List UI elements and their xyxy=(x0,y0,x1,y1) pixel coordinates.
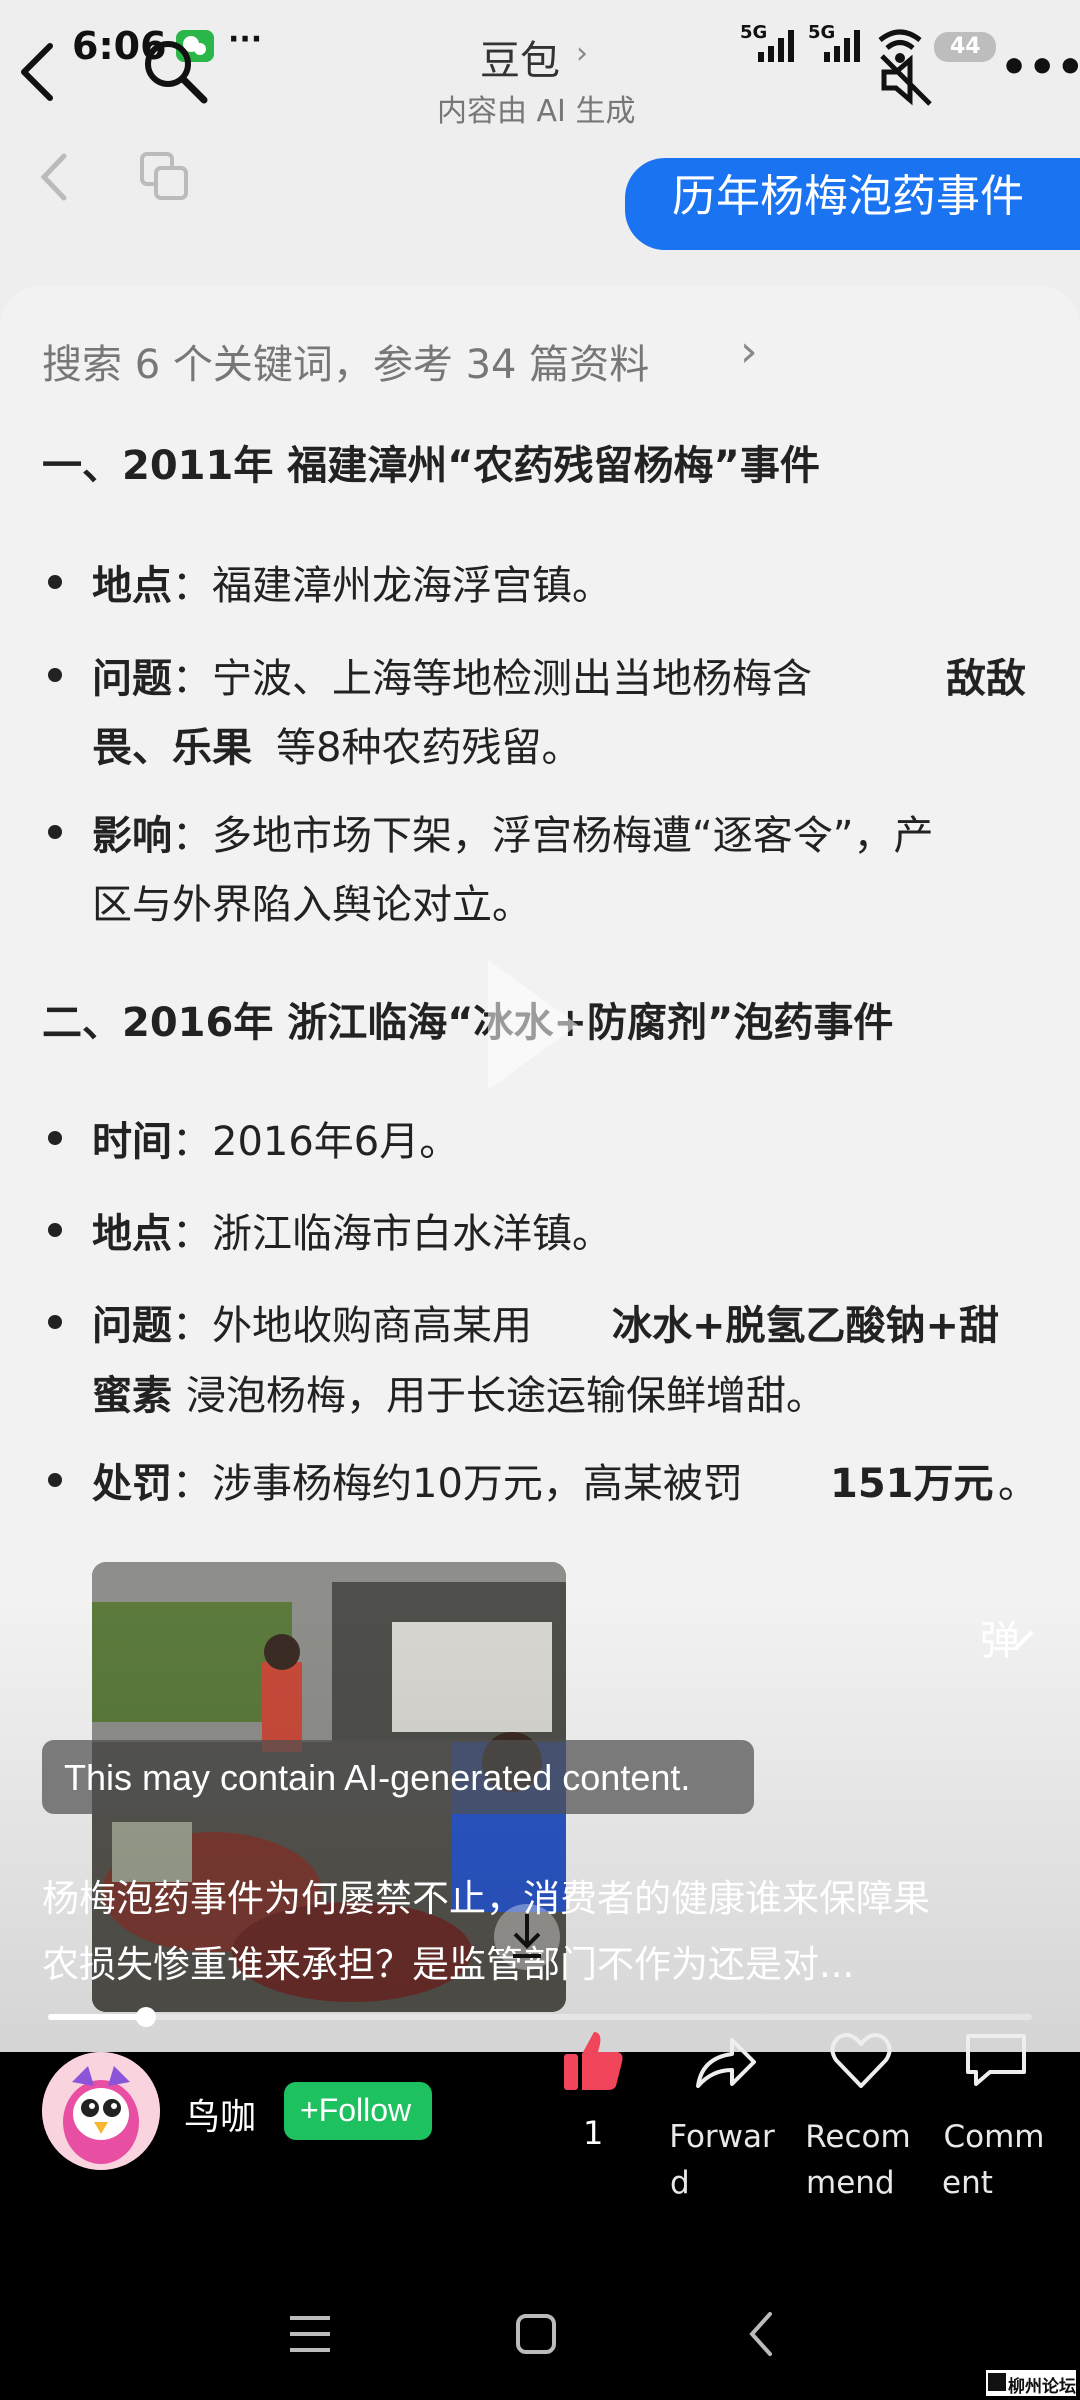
back-chevron-icon[interactable] xyxy=(36,150,72,204)
s1-location-label: 地点 xyxy=(92,563,172,609)
video-caption-line-2[interactable]: 农损失惨重谁来承担？是监管部门不作为还是对... xyxy=(42,1934,854,1988)
author-name[interactable]: 鸟咖 xyxy=(184,2088,256,2140)
s2-time-label: 时间 xyxy=(92,1119,172,1165)
page-title: 豆包 xyxy=(480,38,560,84)
follow-button[interactable]: +Follow xyxy=(284,2082,432,2140)
s1-problem-label: 问题 xyxy=(92,656,172,702)
avatar[interactable] xyxy=(42,2052,160,2170)
s1-problem-text-2: 等8种农药残留。 xyxy=(276,725,582,771)
chevron-right-icon: › xyxy=(576,36,588,71)
more-options-icon[interactable]: ••• xyxy=(1000,42,1080,93)
s1-impact-label: 影响 xyxy=(92,813,172,859)
video-frame[interactable]: 6:06 ··· 5G 5G 44 ••• 豆包 › 内容由 AI 生成 历年杨… xyxy=(0,0,1080,2052)
watermark-text: 柳州论坛 xyxy=(1008,2377,1076,2397)
video-progress-track[interactable] xyxy=(48,2007,1032,2027)
s2-problem-bold-1: 冰水+脱氢乙酸钠+甜 xyxy=(612,1303,1000,1349)
comment-label-line-2: ent xyxy=(942,2165,993,2201)
home-icon[interactable] xyxy=(514,2312,558,2356)
follow-button-label: +Follow xyxy=(300,2092,412,2128)
ai-notice-text: This may contain AI-generated content. xyxy=(64,1757,691,1798)
s2-problem-text-1: ：外地收购商高某用 xyxy=(172,1303,532,1349)
share-arrow-icon[interactable] xyxy=(692,2032,758,2092)
comment-label[interactable]: Comm ent xyxy=(932,2114,1056,2206)
s1-problem-bold-1: 敌敌 xyxy=(946,656,1026,702)
search-icon[interactable] xyxy=(140,36,210,106)
new-chat-icon[interactable] xyxy=(138,150,190,202)
signal-icon-1 xyxy=(758,30,794,62)
edit-pen-icon xyxy=(1014,1630,1034,1650)
s2-location-label: 地点 xyxy=(92,1211,172,1257)
s1-impact-line-1: ：多地市场下架，浮宫杨梅遭“逐客令”，产 xyxy=(172,813,934,859)
thumbs-up-icon[interactable] xyxy=(560,2028,626,2094)
watermark-mark-icon xyxy=(988,2373,1006,2391)
video-caption-line-1[interactable]: 杨梅泡药事件为何屡禁不止，消费者的健康谁来保障果 xyxy=(42,1868,930,1922)
mute-icon[interactable] xyxy=(878,52,934,108)
bottom-action-bar: 鸟咖 +Follow 1 Forwar d Recom mend Comm en… xyxy=(0,2032,1080,2400)
user-message-text: 历年杨梅泡药事件 xyxy=(672,171,1024,222)
forward-label-line-1: Forwar xyxy=(669,2119,775,2155)
s2-location-text: ：浙江临海市白水洋镇。 xyxy=(172,1211,612,1257)
s1-impact-line-2: 区与外界陷入舆论对立。 xyxy=(92,882,532,928)
bullet-icon xyxy=(48,1315,62,1329)
s2-penalty-end: 。 xyxy=(998,1461,1038,1507)
bullet-icon xyxy=(48,1131,62,1145)
battery-icon: 44 xyxy=(934,32,996,62)
s2-penalty-label: 处罚 xyxy=(92,1461,172,1507)
recommend-label-line-1: Recom xyxy=(805,2119,911,2155)
search-summary[interactable]: 搜索 6 个关键词，参考 34 篇资料 xyxy=(42,332,649,390)
s1-problem-text-1: ：宁波、上海等地检测出当地杨梅含 xyxy=(172,656,812,702)
bullet-icon xyxy=(48,1473,62,1487)
s2-penalty-text: ：涉事杨梅约10万元，高某被罚 xyxy=(172,1461,743,1507)
s2-problem-text-2: 浸泡杨梅，用于长途运输保鲜增甜。 xyxy=(186,1373,826,1419)
system-back-icon[interactable] xyxy=(746,2310,776,2358)
bullet-icon xyxy=(48,575,62,589)
bullet-icon xyxy=(48,1223,62,1237)
s1-problem-bold-2: 畏、乐果 xyxy=(92,725,252,771)
chevron-right-icon: › xyxy=(740,326,758,377)
page-subtitle: 内容由 AI 生成 xyxy=(437,94,636,129)
s2-time-text: ：2016年6月。 xyxy=(172,1119,460,1165)
s2-problem-bold-2: 蜜素 xyxy=(92,1373,172,1419)
signal-icon-2 xyxy=(824,30,860,62)
s2-penalty-bold: 151万元 xyxy=(830,1461,994,1507)
bullet-icon xyxy=(48,668,62,682)
recommend-label[interactable]: Recom mend xyxy=(796,2114,920,2206)
more-notifications-icon: ··· xyxy=(228,22,263,57)
recent-apps-icon[interactable] xyxy=(288,2314,332,2354)
comment-icon[interactable] xyxy=(962,2030,1030,2090)
battery-level: 44 xyxy=(950,34,981,59)
play-icon[interactable] xyxy=(478,950,588,1100)
back-arrow-icon[interactable] xyxy=(14,40,58,104)
recommend-label-line-2: mend xyxy=(806,2165,895,2201)
watermark-logo: 柳州论坛 xyxy=(986,2370,1076,2397)
section-1-heading: 一、2011年 福建漳州“农药残留杨梅”事件 xyxy=(42,443,820,489)
video-progress-fill xyxy=(48,2014,147,2020)
comment-label-line-1: Comm xyxy=(943,2119,1045,2155)
forward-label-line-2: d xyxy=(670,2165,690,2201)
forward-label[interactable]: Forwar d xyxy=(660,2114,784,2206)
section-2-heading: 二、2016年 浙江临海“冰水+防腐剂”泡药事件 xyxy=(42,1000,894,1046)
s2-problem-label: 问题 xyxy=(92,1303,172,1349)
download-icon xyxy=(513,1914,541,1958)
heart-icon[interactable] xyxy=(828,2030,894,2090)
like-count: 1 xyxy=(583,2114,604,2152)
s1-location-text: ：福建漳州龙海浮宫镇。 xyxy=(172,563,612,609)
bullet-icon xyxy=(48,825,62,839)
